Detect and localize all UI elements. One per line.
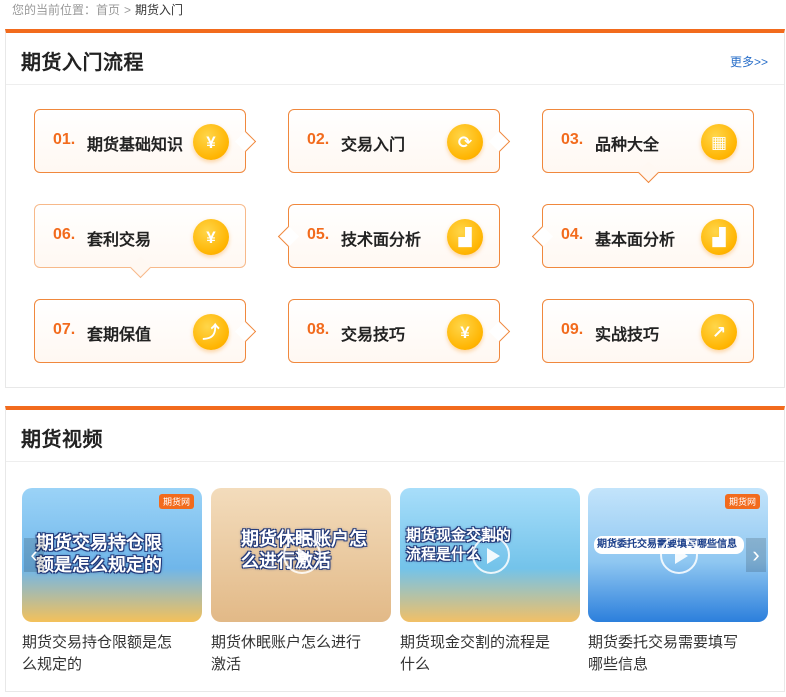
step-trading-intro[interactable]: 02. 交易入门 ⟳ <box>288 109 500 173</box>
play-icon <box>472 536 510 574</box>
flow-panel-title: 期货入门流程 <box>21 52 144 74</box>
video-panel-header: 期货视频 <box>6 410 784 462</box>
play-icon <box>283 536 321 574</box>
video-thumbnail[interactable]: 期货现金交割的流程是什么 <box>400 488 580 622</box>
video-title[interactable]: 期货休眠账户怎么进行激活 <box>211 632 371 676</box>
flow-panel-header: 期货入门流程 更多>> <box>6 33 784 85</box>
trend-chart-icon: ⤴ <box>193 314 229 350</box>
video-card[interactable]: 期货现金交割的流程是什么 期货现金交割的流程是什么 <box>400 488 580 676</box>
trend-circle-icon: ↗ <box>701 314 737 350</box>
thumbnail-caption: 期货交易持仓限额是怎么规定的 <box>36 533 162 575</box>
step-label: 套利交易 <box>87 232 152 249</box>
more-link[interactable]: 更多>> <box>730 53 768 70</box>
video-title[interactable]: 期货交易持仓限额是怎么规定的 <box>22 632 182 676</box>
video-title[interactable]: 期货现金交割的流程是什么 <box>400 632 560 676</box>
step-label: 技术面分析 <box>341 232 422 249</box>
step-label: 期货基础知识 <box>87 137 184 154</box>
step-practical-skills[interactable]: 09. 实战技巧 ↗ <box>542 299 754 363</box>
step-number: 08. <box>307 321 330 338</box>
video-thumbnail[interactable]: 期货网 期货委托交易需要填写哪些信息 <box>588 488 768 622</box>
video-carousel: 期货网 期货交易持仓限额是怎么规定的 期货交易持仓限额是怎么规定的 期货休眠账户… <box>22 488 768 678</box>
chevron-right-icon: › <box>752 542 760 567</box>
step-number: 07. <box>53 321 76 338</box>
step-number: 03. <box>561 131 584 148</box>
step-label: 基本面分析 <box>595 232 676 249</box>
step-number: 06. <box>53 226 76 243</box>
step-label: 品种大全 <box>595 137 660 154</box>
brand-logo: 期货网 <box>724 494 760 509</box>
carousel-prev-button[interactable]: ‹ <box>24 538 44 572</box>
breadcrumb-home-link[interactable]: 首页 <box>96 3 120 17</box>
video-card[interactable]: 期货休眠账户怎么进行激活 期货休眠账户怎么进行激活 <box>211 488 391 676</box>
video-thumbnail[interactable]: 期货网 期货交易持仓限额是怎么规定的 <box>22 488 202 622</box>
video-panel-title: 期货视频 <box>21 429 103 451</box>
breadcrumb: 您的当前位置：首页 > 期货入门 <box>12 2 183 18</box>
step-hedging[interactable]: 07. 套期保值 ⤴ <box>34 299 246 363</box>
video-card[interactable]: 期货网 期货委托交易需要填写哪些信息 期货委托交易需要填写哪些信息 <box>588 488 768 676</box>
step-label: 交易入门 <box>341 137 406 154</box>
step-number: 02. <box>307 131 330 148</box>
video-thumbnail[interactable]: 期货休眠账户怎么进行激活 <box>211 488 391 622</box>
chevron-left-icon: ‹ <box>30 542 38 567</box>
calculator-icon: ▦ <box>701 124 737 160</box>
step-trading-skills[interactable]: 08. 交易技巧 ¥ <box>288 299 500 363</box>
step-basic-knowledge[interactable]: 01. 期货基础知识 ¥ <box>34 109 246 173</box>
step-number: 05. <box>307 226 330 243</box>
step-number: 01. <box>53 131 76 148</box>
step-arbitrage[interactable]: 06. 套利交易 ¥ <box>34 204 246 268</box>
breadcrumb-current: 期货入门 <box>135 3 184 17</box>
step-technical-analysis[interactable]: 05. 技术面分析 ▟ <box>288 204 500 268</box>
futures-video-panel: 期货视频 期货网 期货交易持仓限额是怎么规定的 期货交易持仓限额是怎么规定的 期… <box>5 406 785 692</box>
carousel-next-button[interactable]: › <box>746 538 766 572</box>
video-card[interactable]: 期货网 期货交易持仓限额是怎么规定的 期货交易持仓限额是怎么规定的 <box>22 488 202 676</box>
step-varieties[interactable]: 03. 品种大全 ▦ <box>542 109 754 173</box>
breadcrumb-prefix: 您的当前位置： <box>12 3 97 17</box>
yen-card-icon: ¥ <box>193 219 229 255</box>
brand-logo: 期货网 <box>158 494 194 509</box>
yen-coin-icon: ¥ <box>193 124 229 160</box>
play-icon <box>660 536 698 574</box>
step-number: 04. <box>561 226 584 243</box>
bar-chart-icon: ▟ <box>701 219 737 255</box>
futures-intro-flow-panel: 期货入门流程 更多>> 01. 期货基础知识 ¥ 02. 交易入门 ⟳ 03. … <box>5 29 785 388</box>
breadcrumb-separator: > <box>124 3 132 17</box>
step-label: 交易技巧 <box>341 327 406 344</box>
step-label: 实战技巧 <box>595 327 660 344</box>
video-title[interactable]: 期货委托交易需要填写哪些信息 <box>588 632 748 676</box>
step-fundamental-analysis[interactable]: 04. 基本面分析 ▟ <box>542 204 754 268</box>
money-bag-icon: ¥ <box>447 314 483 350</box>
step-label: 套期保值 <box>87 327 152 344</box>
refresh-icon: ⟳ <box>447 124 483 160</box>
bar-chart-icon: ▟ <box>447 219 483 255</box>
step-number: 09. <box>561 321 584 338</box>
